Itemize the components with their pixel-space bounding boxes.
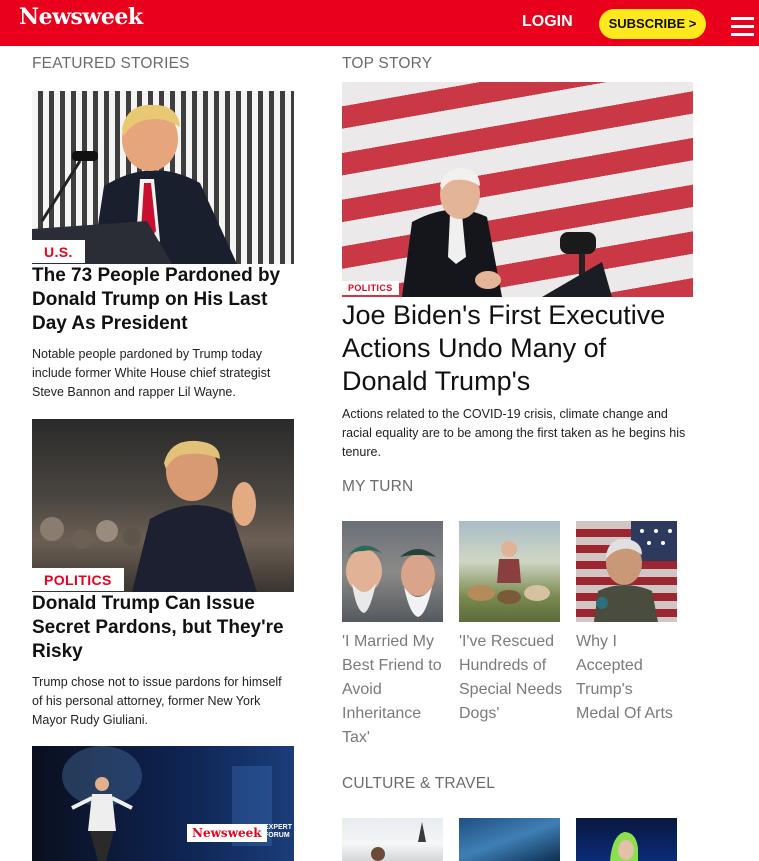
subscribe-button[interactable]: SUBSCRIBE > [599, 9, 706, 39]
featured-stories-label: FEATURED STORIES [32, 55, 190, 72]
story-tag[interactable]: U.S. [32, 240, 85, 263]
top-story-summary: Actions related to the COVID-19 crisis, … [342, 407, 686, 459]
my-turn-label: MY TURN [342, 478, 414, 495]
my-turn-title[interactable]: Why I Accepted Trump's Medal Of Arts [576, 630, 680, 726]
story-image-trump-podium[interactable]: U.S. [32, 91, 294, 264]
expert-forum-newsweek-logo: Newsweek [187, 824, 267, 842]
story-summary: Trump chose not to issue pardons for him… [32, 675, 282, 727]
my-turn-image-dogs[interactable] [459, 521, 560, 622]
my-turn-title[interactable]: 'I've Rescued Hundreds of Special Needs … [459, 630, 563, 726]
expert-forum-label: EXPERT FORUM [264, 824, 293, 839]
top-story-tag[interactable]: POLITICS [342, 281, 399, 295]
story-image-trump-waving[interactable]: POLITICS [32, 419, 294, 592]
login-link[interactable]: LOGIN [522, 13, 573, 31]
top-story-label: TOP STORY [342, 55, 433, 72]
culture-image-snow[interactable] [342, 818, 443, 861]
my-turn-title[interactable]: 'I Married My Best Friend to Avoid Inher… [342, 630, 450, 750]
story-headline[interactable]: Donald Trump Can Issue Secret Pardons, b… [32, 592, 294, 664]
culture-image-billie[interactable] [576, 818, 677, 861]
story-summary: Notable people pardoned by Trump today i… [32, 347, 271, 399]
story-headline[interactable]: The 73 People Pardoned by Donald Trump o… [32, 264, 300, 336]
top-story-headline[interactable]: Joe Biden's First Executive Actions Undo… [342, 299, 692, 398]
story-image-expert-forum[interactable]: Newsweek EXPERT FORUM [32, 746, 294, 861]
top-bar: Newsweek LOGIN SUBSCRIBE > [0, 0, 759, 46]
my-turn-image-couple[interactable] [342, 521, 443, 622]
culture-image-underwater[interactable] [459, 818, 560, 861]
my-turn-image-medal[interactable] [576, 521, 677, 622]
newsweek-logo[interactable]: Newsweek [19, 4, 143, 30]
story-tag[interactable]: POLITICS [32, 568, 124, 591]
top-story-image-biden[interactable]: POLITICS [342, 82, 693, 297]
culture-travel-label: CULTURE & TRAVEL [342, 775, 496, 792]
hamburger-menu-icon[interactable] [731, 17, 754, 39]
